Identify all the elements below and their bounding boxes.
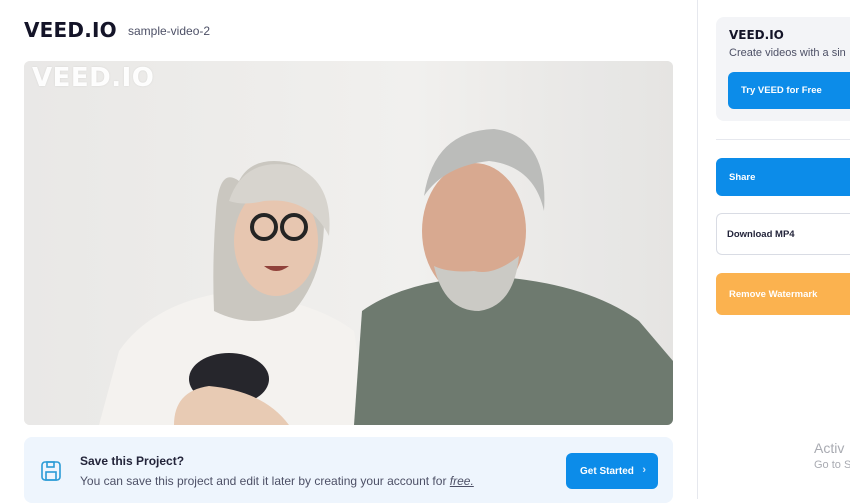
veed-promo-card: VEED.IO Create videos with a sin Try VEE… [716, 17, 850, 121]
sidebar-separator [716, 139, 850, 140]
get-started-button[interactable]: Get Started › [566, 453, 658, 489]
download-mp4-button[interactable]: Download MP4 [716, 213, 850, 255]
video-watermark: VEED.IO [32, 63, 155, 93]
get-started-label: Get Started [580, 465, 634, 477]
free-link[interactable]: free. [450, 474, 474, 488]
chevron-right-icon: › [642, 464, 646, 476]
try-veed-button[interactable]: Try VEED for Free [728, 72, 850, 109]
promo-subtitle: Create videos with a sin [729, 47, 846, 59]
promo-title: VEED.IO [729, 28, 784, 42]
save-project-title: Save this Project? [80, 454, 185, 468]
save-project-description: You can save this project and edit it la… [80, 474, 450, 488]
panel-divider [697, 0, 698, 499]
video-frame-image [24, 61, 673, 425]
project-name: sample-video-2 [128, 24, 211, 38]
share-button[interactable]: Share [716, 158, 850, 196]
remove-watermark-button[interactable]: Remove Watermark [716, 273, 850, 315]
save-project-text: You can save this project and edit it la… [80, 474, 474, 488]
save-icon [41, 461, 61, 481]
video-player[interactable]: VEED.IO [24, 61, 673, 425]
main-area: VEED.IO sample-video-2 VEED.IO Save this… [0, 0, 697, 503]
windows-activation-text: Activ [814, 440, 845, 456]
veed-logo[interactable]: VEED.IO [24, 18, 117, 42]
windows-activation-subtext: Go to S [814, 459, 850, 471]
save-project-banner: Save this Project? You can save this pro… [24, 437, 673, 503]
